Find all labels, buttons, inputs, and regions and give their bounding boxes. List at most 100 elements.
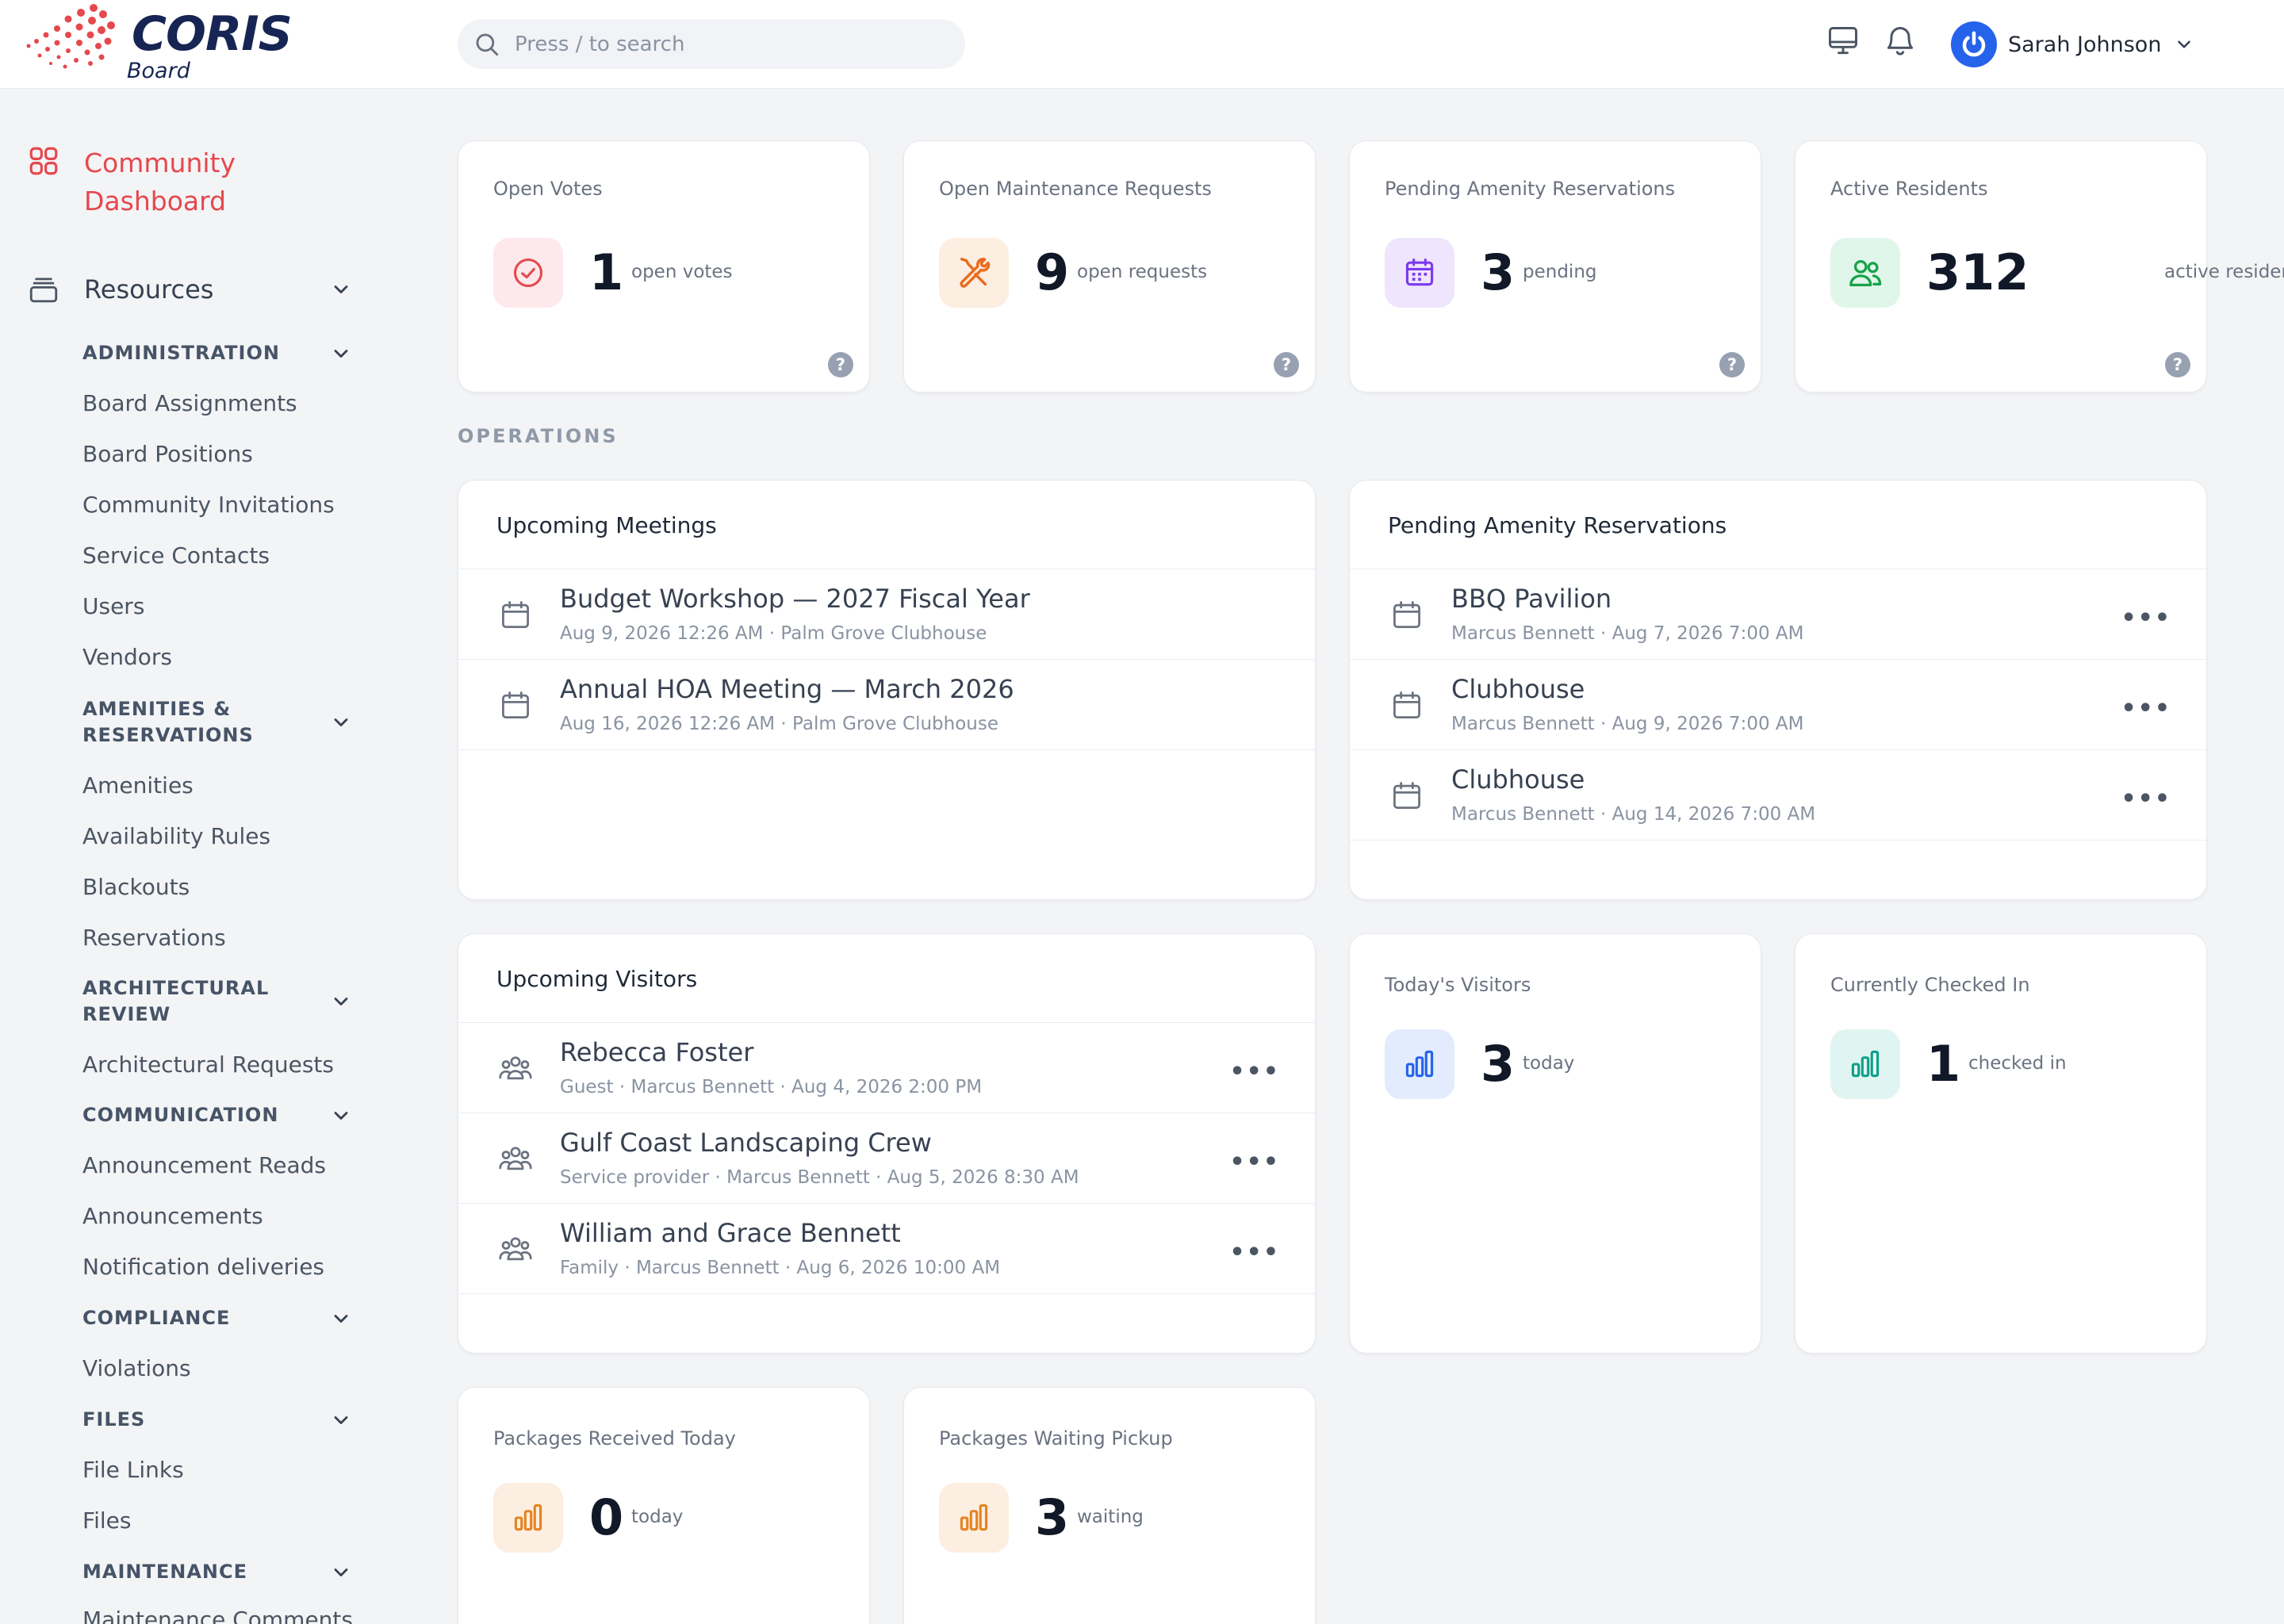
stat-value: 312 — [1926, 243, 2029, 301]
group-icon — [499, 1237, 532, 1261]
brand-logo[interactable]: CORIS Board — [24, 2, 293, 84]
section-label: ARCHITECTURAL REVIEW — [82, 977, 270, 1025]
sidebar-group-label: Resources — [84, 274, 214, 304]
section-label: MAINTENANCE — [82, 1561, 247, 1583]
stat-icon-wrap — [493, 238, 563, 308]
stat-unit: active residents — [2164, 262, 2284, 282]
sidebar-item-label: Community Dashboard — [84, 147, 236, 216]
more-options-button[interactable]: ••• — [2121, 785, 2171, 813]
stat-unit: today — [1523, 1053, 1575, 1074]
stat-icon-wrap — [1385, 238, 1454, 308]
item-subtitle: Family · Marcus Bennett · Aug 6, 2026 10… — [560, 1258, 1001, 1278]
help-icon[interactable]: ? — [1719, 352, 1745, 377]
stat-card-packages-received[interactable]: Packages Received Today 0 today — [458, 1387, 870, 1624]
stat-card-packages-waiting[interactable]: Packages Waiting Pickup 3 waiting — [903, 1387, 1316, 1624]
sidebar-item-availability-rules[interactable]: Availability Rules — [82, 823, 270, 849]
list-item[interactable]: Gulf Coast Landscaping Crew Service prov… — [458, 1113, 1315, 1204]
sidebar-section-administration[interactable]: ADMINISTRATION — [82, 340, 352, 366]
stat-card-active-residents[interactable]: Active Residents 312 active residents ? — [1795, 140, 2284, 393]
more-options-button[interactable]: ••• — [1229, 1239, 1280, 1266]
bell-icon[interactable] — [1883, 24, 1918, 59]
help-icon[interactable]: ? — [828, 352, 853, 377]
sidebar-section-amenities-reservations[interactable]: AMENITIES & RESERVATIONS — [82, 696, 352, 749]
stat-icon-wrap — [939, 238, 1009, 308]
stat-title: Open Votes — [493, 178, 603, 200]
list-item[interactable]: William and Grace Bennett Family · Marcu… — [458, 1204, 1315, 1294]
sidebar-item-amenities[interactable]: Amenities — [82, 772, 194, 799]
section-label: AMENITIES & RESERVATIONS — [82, 698, 254, 746]
sidebar-item-file-links[interactable]: File Links — [82, 1457, 184, 1483]
help-icon[interactable]: ? — [2165, 352, 2190, 377]
stat-card-open-maintenance[interactable]: Open Maintenance Requests 9 open request… — [903, 140, 1316, 393]
list-item[interactable]: Budget Workshop — 2027 Fiscal Year Aug 9… — [458, 569, 1315, 660]
stack-icon — [29, 278, 58, 303]
logo-dots-icon — [26, 4, 115, 69]
item-subtitle: Service provider · Marcus Bennett · Aug … — [560, 1167, 1079, 1188]
bar-chart-icon — [514, 1503, 542, 1531]
stat-card-open-votes[interactable]: Open Votes 1 open votes ? — [458, 140, 870, 393]
sidebar-item-maintenance-comments[interactable]: Maintenance Comments — [82, 1607, 353, 1624]
sidebar-item-board-positions[interactable]: Board Positions — [82, 441, 253, 467]
calendar-icon — [1393, 782, 1420, 810]
sidebar-item-users[interactable]: Users — [82, 593, 144, 619]
item-title: William and Grace Bennett — [560, 1218, 901, 1248]
monitor-icon[interactable] — [1826, 24, 1861, 59]
stat-title: Pending Amenity Reservations — [1385, 178, 1676, 200]
stat-value: 3 — [1035, 1488, 1070, 1546]
bar-chart-icon — [960, 1503, 988, 1531]
stat-card-checked-in[interactable]: Currently Checked In 1 checked in — [1795, 933, 2207, 1354]
more-options-button[interactable]: ••• — [1229, 1058, 1280, 1086]
sidebar-item-community-invitations[interactable]: Community Invitations — [82, 492, 335, 518]
search-icon — [476, 33, 499, 56]
pending-reservations-card: Pending Amenity Reservations BBQ Pavilio… — [1349, 480, 2207, 900]
help-icon[interactable]: ? — [1274, 352, 1299, 377]
sidebar-item-service-contacts[interactable]: Service Contacts — [82, 542, 270, 569]
item-subtitle: Marcus Bennett · Aug 7, 2026 7:00 AM — [1451, 623, 1804, 644]
avatar — [1951, 21, 1997, 67]
tools-icon — [960, 258, 991, 288]
sidebar-section-maintenance[interactable]: MAINTENANCE — [82, 1559, 352, 1585]
more-options-button[interactable]: ••• — [2121, 604, 2171, 632]
calendar-icon — [1393, 601, 1420, 629]
item-subtitle: Aug 9, 2026 12:26 AM · Palm Grove Clubho… — [560, 623, 987, 644]
list-item[interactable]: Clubhouse Marcus Bennett · Aug 9, 2026 7… — [1350, 660, 2206, 750]
sidebar-item-announcement-reads[interactable]: Announcement Reads — [82, 1152, 326, 1178]
stat-card-todays-visitors[interactable]: Today's Visitors 3 today — [1349, 933, 1761, 1354]
sidebar-item-notification-deliveries[interactable]: Notification deliveries — [82, 1254, 324, 1280]
sidebar-item-reservations[interactable]: Reservations — [82, 925, 226, 951]
stat-value: 9 — [1035, 243, 1070, 301]
stat-unit: checked in — [1968, 1053, 2067, 1074]
sidebar-group-resources[interactable]: Resources — [27, 273, 352, 306]
sidebar-section-compliance[interactable]: COMPLIANCE — [82, 1305, 352, 1331]
user-menu[interactable]: Sarah Johnson — [1951, 19, 2194, 70]
stat-value: 3 — [1481, 243, 1516, 301]
sidebar-section-files[interactable]: FILES — [82, 1407, 352, 1433]
list-item[interactable]: BBQ Pavilion Marcus Bennett · Aug 7, 202… — [1350, 569, 2206, 660]
sidebar-item-files[interactable]: Files — [82, 1507, 131, 1534]
more-options-button[interactable]: ••• — [2121, 695, 2171, 722]
search-bar[interactable] — [458, 19, 965, 69]
upcoming-visitors-card: Upcoming Visitors Rebecca Foster Guest ·… — [458, 933, 1316, 1354]
chevron-down-icon — [334, 718, 348, 726]
sidebar-section-communication[interactable]: COMMUNICATION — [82, 1102, 352, 1128]
stat-card-pending-reservations[interactable]: Pending Amenity Reservations 3 pending ? — [1349, 140, 1761, 393]
list-item[interactable]: Clubhouse Marcus Bennett · Aug 14, 2026 … — [1350, 750, 2206, 841]
stat-value: 1 — [1926, 1035, 1961, 1093]
sidebar-item-violations[interactable]: Violations — [82, 1355, 191, 1381]
search-input[interactable] — [515, 32, 927, 56]
sidebar-item-announcements[interactable]: Announcements — [82, 1203, 263, 1229]
stat-title: Active Residents — [1830, 178, 1988, 200]
sidebar-item-board-assignments[interactable]: Board Assignments — [82, 390, 297, 416]
item-title: Rebecca Foster — [560, 1037, 754, 1067]
chevron-down-icon — [334, 1314, 348, 1323]
calendar-icon — [1393, 691, 1420, 719]
more-options-button[interactable]: ••• — [1229, 1148, 1280, 1176]
list-item[interactable]: Rebecca Foster Guest · Marcus Bennett · … — [458, 1023, 1315, 1113]
sidebar-item-community-dashboard[interactable]: Community Dashboard — [27, 144, 290, 220]
sidebar-item-architectural-requests[interactable]: Architectural Requests — [82, 1051, 334, 1078]
sidebar-item-vendors[interactable]: Vendors — [82, 644, 172, 670]
sidebar-item-blackouts[interactable]: Blackouts — [82, 874, 190, 900]
list-item[interactable]: Annual HOA Meeting — March 2026 Aug 16, … — [458, 660, 1315, 750]
sidebar-section-architectural-review[interactable]: ARCHITECTURAL REVIEW — [82, 975, 352, 1028]
group-icon — [499, 1056, 532, 1080]
